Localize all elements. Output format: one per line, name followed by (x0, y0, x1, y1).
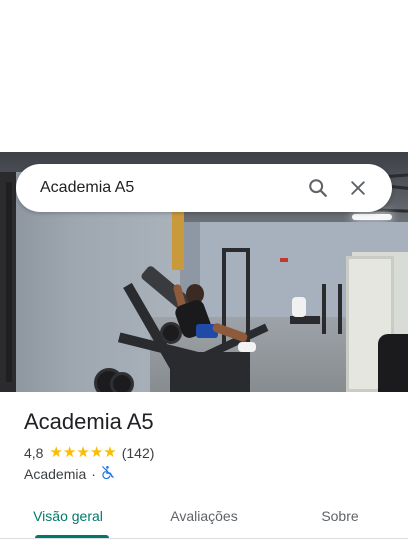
photo-background-person (292, 297, 306, 317)
photo-column (172, 210, 184, 270)
photo-machine (222, 248, 250, 252)
photo-sign (280, 258, 288, 262)
star-icon: ★ (49, 444, 63, 461)
blank-area (0, 0, 408, 152)
photo-person-shoe (238, 342, 256, 352)
tab-avaliacoes[interactable]: Avaliações (136, 494, 272, 538)
photo-machine (170, 352, 250, 392)
star-icon: ★ (103, 444, 117, 461)
close-icon[interactable] (338, 168, 378, 208)
tab-label: Avaliações (170, 508, 238, 524)
place-title: Academia A5 (24, 409, 154, 434)
rating-row[interactable]: 4,8 ★ ★ ★ ★ ★ (142) (24, 445, 154, 461)
photo-machine (322, 284, 326, 334)
rating-value: 4,8 (24, 445, 44, 461)
star-icon: ★ (89, 444, 104, 461)
photo-chair (378, 334, 408, 392)
search-icon[interactable] (298, 168, 338, 208)
place-category: Academia (24, 465, 87, 482)
tab-visao-geral[interactable]: Visão geral (0, 494, 136, 538)
tab-label: Sobre (321, 508, 359, 524)
category-row: Academia · (24, 465, 115, 482)
search-bar[interactable]: Academia A5 (16, 164, 392, 212)
tab-sobre[interactable]: Sobre (272, 494, 408, 538)
photo-machine (290, 316, 320, 324)
review-count[interactable]: (142) (122, 445, 155, 461)
star-icon: ★ (62, 444, 77, 461)
star-icon: ★ (76, 444, 90, 461)
photo-machine (338, 284, 342, 334)
place-tabs: Visão geral Avaliações Sobre (0, 494, 408, 538)
tab-label: Visão geral (33, 508, 103, 524)
not-accessible-icon (101, 465, 115, 482)
separator-dot: · (91, 465, 96, 482)
tabs-divider (0, 538, 408, 539)
photo-plate (110, 372, 134, 392)
photo-light (352, 214, 392, 220)
star-rating: ★ ★ ★ ★ ★ (49, 444, 117, 461)
search-input[interactable]: Academia A5 (40, 179, 298, 197)
photo-rack-bar (6, 182, 12, 382)
